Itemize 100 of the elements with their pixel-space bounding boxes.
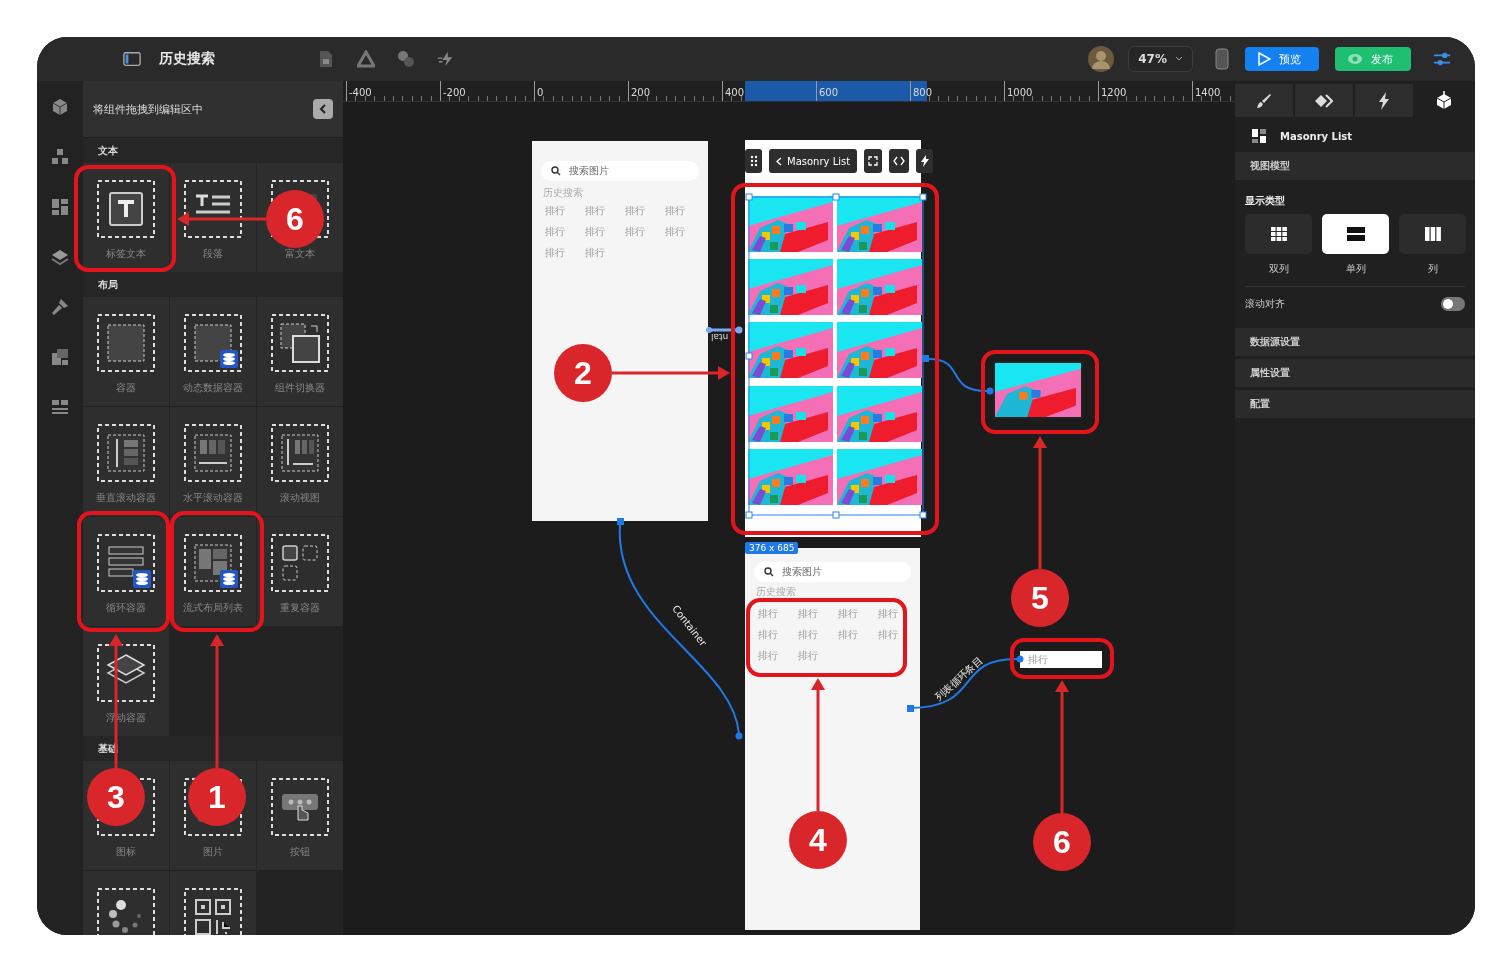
history-chip[interactable]: 排行 xyxy=(665,204,705,218)
history-chip[interactable]: 排行 xyxy=(625,204,665,218)
component-label: 组件切换器 xyxy=(275,381,325,395)
history-chip[interactable]: 排行 xyxy=(545,225,585,239)
component-tile[interactable]: 重复容器 xyxy=(257,517,343,626)
loader-component-icon xyxy=(97,888,155,935)
component-label: 按钮 xyxy=(290,845,310,859)
component-tile[interactable]: 滚动视图 xyxy=(257,407,343,516)
button-component-icon xyxy=(271,778,329,836)
search-icon xyxy=(551,166,561,176)
inspector-tab[interactable] xyxy=(1295,84,1353,117)
section-header[interactable]: 数据源设置 xyxy=(1235,328,1475,356)
rows-icon xyxy=(1346,227,1365,241)
component-tile[interactable]: 动态数据容器 xyxy=(170,297,256,406)
brush-icon[interactable] xyxy=(51,298,69,316)
cubes-icon[interactable] xyxy=(51,148,69,166)
component-tile[interactable]: 循环容器 xyxy=(83,517,169,626)
repeat-component-icon xyxy=(271,534,329,592)
component-tile[interactable]: 段落 xyxy=(170,163,256,272)
history-chip[interactable]: 排行 xyxy=(878,607,918,621)
label-component-icon xyxy=(97,180,155,238)
vscroll-component-icon xyxy=(97,424,155,482)
component-label: 滚动视图 xyxy=(280,491,320,505)
cube-icon xyxy=(1434,90,1454,111)
fullscreen-button[interactable] xyxy=(864,149,883,173)
brush-icon xyxy=(1256,92,1272,109)
section-header[interactable]: 配置 xyxy=(1235,390,1475,418)
component-tile[interactable]: 垂直滚动容器 xyxy=(83,407,169,516)
component-tile[interactable]: 容器 xyxy=(83,297,169,406)
component-name-button[interactable]: Masonry List xyxy=(769,149,858,173)
page-title: 历史搜索 xyxy=(159,50,215,68)
display-type-option[interactable] xyxy=(1245,214,1312,254)
inspector-tab[interactable] xyxy=(1355,84,1413,117)
component-tile[interactable]: 按钮 xyxy=(257,761,343,870)
history-chip[interactable]: 排行 xyxy=(585,246,625,260)
ruler-label: 1000 xyxy=(1006,87,1033,98)
history-chip[interactable]: 排行 xyxy=(758,649,798,663)
component-label: 标签文本 xyxy=(106,247,146,261)
eye-icon xyxy=(1347,53,1363,65)
panel-title: 将组件拖拽到编辑区中 xyxy=(93,101,203,117)
component-label: 水平滚动容器 xyxy=(183,491,243,505)
toggle-switch[interactable] xyxy=(1441,297,1465,311)
chevron-left-icon xyxy=(776,156,782,166)
action-button[interactable] xyxy=(916,149,934,173)
history-chip[interactable]: 排行 xyxy=(798,607,838,621)
history-chip[interactable]: 排行 xyxy=(798,649,838,663)
ruler-label: -400 xyxy=(348,87,372,98)
section-header[interactable]: 视图模型 xyxy=(1235,152,1475,180)
preview-button[interactable]: 预览 xyxy=(1245,47,1319,71)
cube-icon[interactable] xyxy=(51,98,69,116)
history-chip[interactable]: 排行 xyxy=(545,246,585,260)
component-tile[interactable]: 组件切换器 xyxy=(257,297,343,406)
drag-handle-button[interactable] xyxy=(745,149,762,173)
history-chip[interactable]: 排行 xyxy=(798,628,838,642)
section-header[interactable]: 属性设置 xyxy=(1235,359,1475,387)
history-chip[interactable]: 排行 xyxy=(878,628,918,642)
component-tile[interactable]: 水平滚动容器 xyxy=(170,407,256,516)
masonry-icon xyxy=(1252,129,1266,143)
float-component-icon xyxy=(97,644,155,702)
component-tile[interactable]: 标签文本 xyxy=(83,163,169,272)
dashboard-icon[interactable] xyxy=(51,198,69,216)
component-tile[interactable]: 流式布局列表 xyxy=(170,517,256,626)
history-chip[interactable]: 排行 xyxy=(758,607,798,621)
expand-icon xyxy=(868,156,879,166)
publish-button[interactable]: 发布 xyxy=(1335,47,1411,71)
list-item-node[interactable]: 排行 xyxy=(1020,651,1102,668)
shapes-icon[interactable] xyxy=(397,50,415,68)
display-type-option[interactable] xyxy=(1399,214,1466,254)
triangle-icon[interactable] xyxy=(357,50,375,68)
display-type-option[interactable] xyxy=(1322,214,1389,254)
collapse-button[interactable] xyxy=(313,99,333,119)
phone-icon[interactable] xyxy=(1215,48,1229,70)
ruler-label: 1400 xyxy=(1194,87,1221,98)
user-avatar[interactable] xyxy=(1088,46,1115,72)
document-icon[interactable] xyxy=(317,50,335,68)
lightning-icon[interactable] xyxy=(437,50,455,68)
component-icon[interactable] xyxy=(51,348,69,366)
layers-icon[interactable] xyxy=(51,248,69,266)
component-label: 动态数据容器 xyxy=(183,381,243,395)
history-chip[interactable]: 排行 xyxy=(838,607,878,621)
history-chip[interactable]: 排行 xyxy=(585,225,625,239)
history-chip[interactable]: 排行 xyxy=(665,225,705,239)
history-chip[interactable]: 排行 xyxy=(585,204,625,218)
paragraph-component-icon xyxy=(184,180,242,238)
sidebar-toggle-icon[interactable] xyxy=(123,50,141,68)
search-field[interactable]: 搜索图片 xyxy=(754,562,911,582)
masonry-component-icon xyxy=(184,534,242,592)
selection-outline[interactable] xyxy=(748,196,924,516)
component-label: 图片 xyxy=(203,845,223,859)
list-icon[interactable] xyxy=(51,398,69,416)
callout-number: 6 xyxy=(1033,813,1091,871)
zoom-dropdown[interactable]: 47% xyxy=(1128,46,1193,72)
search-field[interactable]: 搜索图片 xyxy=(541,161,699,181)
history-chip[interactable]: 排行 xyxy=(545,204,585,218)
history-chip[interactable]: 排行 xyxy=(838,628,878,642)
sliders-icon[interactable] xyxy=(1433,50,1451,68)
history-chip[interactable]: 排行 xyxy=(625,225,665,239)
history-chip[interactable]: 排行 xyxy=(758,628,798,642)
code-button[interactable] xyxy=(889,149,910,173)
qrcode-component-icon xyxy=(184,888,242,935)
